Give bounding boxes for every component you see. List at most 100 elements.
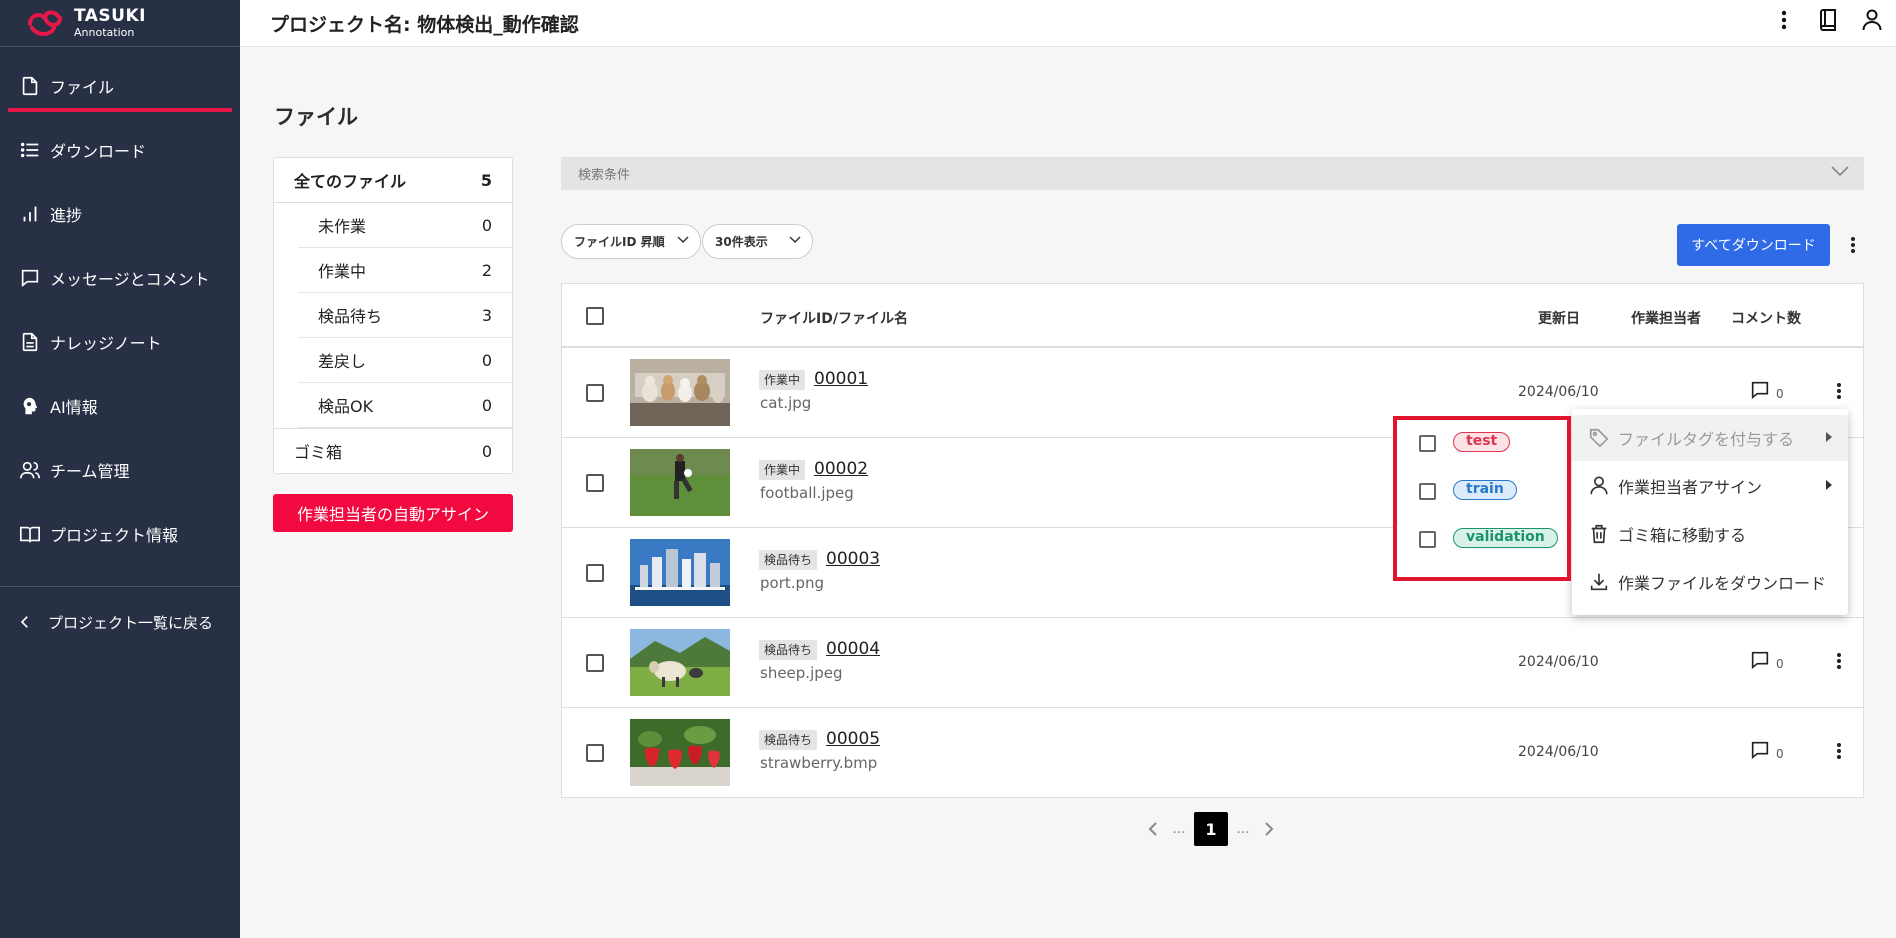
- file-id-link[interactable]: 00003: [826, 549, 880, 569]
- file-name: strawberry.bmp: [760, 754, 878, 772]
- sidebar-item-label: ナレッジノート: [50, 334, 162, 353]
- comment-count-button[interactable]: 0: [1749, 379, 1784, 401]
- status-badge: 作業中: [759, 370, 806, 390]
- sidebar-item-messages[interactable]: メッセージとコメント: [0, 246, 240, 310]
- sidebar-item-files[interactable]: ファイル: [0, 54, 240, 118]
- status-count: 2: [481, 260, 492, 280]
- file-name: cat.jpg: [760, 394, 812, 412]
- file-id-link[interactable]: 00004: [826, 639, 880, 659]
- comment-icon: [1751, 381, 1769, 400]
- status-label: 作業中: [318, 262, 367, 281]
- user-account-icon[interactable]: [1860, 8, 1884, 32]
- back-to-projects-label: プロジェクト一覧に戻る: [48, 613, 214, 632]
- current-page[interactable]: 1: [1194, 812, 1228, 846]
- row-checkbox[interactable]: [586, 474, 604, 492]
- chat-icon: [21, 269, 39, 288]
- status-label: 検品待ち: [318, 307, 383, 326]
- more-vertical-icon[interactable]: [1843, 232, 1863, 258]
- tag-checkbox[interactable]: [1419, 435, 1436, 452]
- sidebar-item-team[interactable]: チーム管理: [0, 438, 240, 502]
- back-to-projects-link[interactable]: プロジェクト一覧に戻る: [0, 587, 240, 657]
- caret-right-icon: [1826, 480, 1832, 490]
- file-id-link[interactable]: 00005: [826, 729, 880, 749]
- status-filter-returned[interactable]: 差戻し 0: [298, 338, 512, 383]
- row-more-vertical-icon[interactable]: [1829, 378, 1849, 404]
- trash-icon: [1591, 524, 1607, 544]
- status-badge: 作業中: [759, 460, 806, 480]
- file-thumbnail-strawberry[interactable]: [630, 719, 730, 786]
- tag-label: train: [1453, 480, 1517, 500]
- tag-option-validation[interactable]: validation: [1397, 516, 1567, 564]
- status-filter-inspection-ok[interactable]: 検品OK 0: [298, 383, 512, 428]
- menu-item-assign-tag[interactable]: ファイルタグを付与する: [1572, 415, 1848, 461]
- status-label: 差戻し: [318, 352, 367, 371]
- row-more-vertical-icon[interactable]: [1829, 648, 1849, 674]
- sidebar-item-progress[interactable]: 進捗: [0, 182, 240, 246]
- file-thumbnail-port[interactable]: [630, 539, 730, 606]
- comment-count-button[interactable]: 0: [1749, 649, 1784, 671]
- status-filter-all[interactable]: 全てのファイル 5: [274, 158, 512, 203]
- sidebar-item-knowledge[interactable]: ナレッジノート: [0, 310, 240, 374]
- comment-count: 0: [1776, 657, 1784, 671]
- sidebar-item-download[interactable]: ダウンロード: [0, 118, 240, 182]
- file-thumbnail-sheep[interactable]: [630, 629, 730, 696]
- select-all-checkbox[interactable]: [586, 307, 604, 325]
- search-conditions-toggle[interactable]: 検索条件: [561, 157, 1864, 190]
- menu-item-download-work-file[interactable]: 作業ファイルをダウンロード: [1572, 559, 1848, 605]
- row-checkbox[interactable]: [586, 744, 604, 762]
- chevron-down-icon: [1831, 166, 1849, 177]
- sidebar-item-label: メッセージとコメント: [50, 270, 210, 289]
- row-checkbox[interactable]: [586, 564, 604, 582]
- comment-count: 0: [1776, 747, 1784, 761]
- tag-option-test[interactable]: test: [1397, 420, 1567, 468]
- search-conditions-label: 検索条件: [578, 168, 631, 183]
- auto-assign-button[interactable]: 作業担当者の自動アサイン: [273, 494, 513, 532]
- more-vertical-icon[interactable]: [1772, 8, 1796, 32]
- tag-checkbox[interactable]: [1419, 483, 1436, 500]
- tag-checkbox[interactable]: [1419, 531, 1436, 548]
- status-filter-trash[interactable]: ゴミ箱 0: [274, 428, 512, 473]
- sidebar-item-project-info[interactable]: プロジェクト情報: [0, 502, 240, 566]
- next-page-icon[interactable]: [1256, 812, 1282, 846]
- sidebar-item-label: チーム管理: [50, 462, 130, 481]
- logo-title: TASUKI: [74, 6, 146, 26]
- row-checkbox[interactable]: [586, 384, 604, 402]
- column-header-updated: 更新日: [1538, 311, 1580, 327]
- table-row[interactable]: 検品待ち 00005 strawberry.bmp 2024/06/10 0: [562, 708, 1863, 798]
- updated-date: 2024/06/10: [1518, 384, 1599, 400]
- chevron-down-icon: [789, 236, 801, 244]
- sidebar-item-ai-info[interactable]: AI情報: [0, 374, 240, 438]
- status-count: 5: [480, 170, 492, 190]
- row-checkbox[interactable]: [586, 654, 604, 672]
- status-filter-panel: 全てのファイル 5 未作業 0 作業中 2 検品待ち 3 差戻し 0 検品OK …: [273, 157, 513, 474]
- file-id-link[interactable]: 00001: [814, 369, 868, 389]
- pagination-ellipsis: ...: [1172, 821, 1186, 837]
- sort-order-select[interactable]: ファイルID 昇順: [561, 224, 701, 259]
- person-icon: [1590, 476, 1608, 495]
- file-id-link[interactable]: 00002: [814, 459, 868, 479]
- menu-item-label: 作業担当者アサイン: [1618, 478, 1763, 497]
- status-filter-not-started[interactable]: 未作業 0: [298, 203, 512, 248]
- list-icon: [20, 142, 39, 158]
- file-thumbnail-football[interactable]: [630, 449, 730, 516]
- row-more-vertical-icon[interactable]: [1829, 738, 1849, 764]
- column-header-assignee: 作業担当者: [1631, 311, 1701, 327]
- comment-count-button[interactable]: 0: [1749, 739, 1784, 761]
- prev-page-icon[interactable]: [1140, 812, 1166, 846]
- per-page-select[interactable]: 30件表示: [702, 224, 813, 259]
- table-row[interactable]: 検品待ち 00004 sheep.jpeg 2024/06/10 0: [562, 618, 1863, 708]
- book-icon: [20, 526, 40, 543]
- file-thumbnail-cats[interactable]: [630, 359, 730, 426]
- status-filter-awaiting-inspection[interactable]: 検品待ち 3: [298, 293, 512, 338]
- status-label: 未作業: [318, 217, 367, 236]
- status-filter-in-progress[interactable]: 作業中 2: [298, 248, 512, 293]
- download-all-button[interactable]: すべてダウンロード: [1677, 224, 1830, 266]
- manual-book-icon[interactable]: [1816, 8, 1840, 32]
- menu-item-assign-worker[interactable]: 作業担当者アサイン: [1572, 463, 1848, 509]
- tag-option-train[interactable]: train: [1397, 468, 1567, 516]
- tag-icon: [1589, 428, 1609, 448]
- app-logo[interactable]: TASUKI Annotation: [0, 0, 240, 47]
- sidebar-item-label: ダウンロード: [50, 142, 147, 161]
- document-icon: [22, 332, 38, 352]
- menu-item-move-to-trash[interactable]: ゴミ箱に移動する: [1572, 511, 1848, 557]
